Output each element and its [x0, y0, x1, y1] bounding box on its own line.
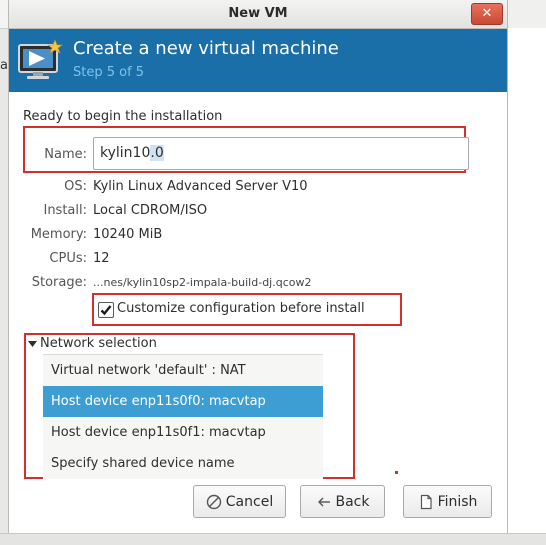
os-label: OS: [64, 179, 87, 194]
wizard-title: Create a new virtual machine [73, 38, 339, 59]
wizard-step: Step 5 of 5 [73, 65, 145, 80]
name-label: Name: [44, 147, 87, 162]
finish-button[interactable]: Finish [403, 485, 492, 518]
document-icon [420, 494, 432, 509]
window-title: New VM [228, 6, 288, 21]
network-option[interactable]: Virtual network 'default' : NAT [43, 355, 323, 386]
back-button[interactable]: Back [300, 485, 385, 518]
wizard-header: Create a new virtual machine Step 5 of 5 [9, 29, 507, 92]
name-value: kylin10 [100, 145, 151, 161]
network-options-list: Virtual network 'default' : NAT Host dev… [43, 354, 323, 479]
annotation-dot [395, 471, 398, 474]
close-icon: ✕ [481, 6, 493, 21]
background-right [507, 0, 546, 545]
monitor-star-icon [18, 39, 63, 79]
storage-value: ...nes/kylin10sp2-impala-build-dj.qcow2 [93, 276, 312, 289]
title-bar[interactable]: New VM ✕ [9, 0, 507, 29]
close-button[interactable]: ✕ [471, 3, 503, 25]
background-app-text: a [0, 58, 8, 73]
background-toolbar-cell-right [507, 0, 546, 28]
install-label: Install: [43, 203, 87, 218]
os-value: Kylin Linux Advanced Server V10 [93, 179, 308, 194]
customize-label[interactable]: Customize configuration before install [117, 301, 365, 316]
new-vm-dialog: New VM ✕ Create a new virtual machine St… [8, 0, 508, 545]
screen: a New VM ✕ Create a new virtual machine … [0, 0, 546, 545]
background-app: a [0, 0, 8, 545]
cpus-value: 12 [93, 251, 110, 266]
memory-label: Memory: [30, 227, 87, 242]
customize-checkbox[interactable] [98, 302, 114, 318]
checkmark-icon [100, 305, 112, 316]
network-selection-expander[interactable]: Network selection [40, 336, 157, 351]
back-arrow-icon [317, 497, 330, 506]
network-option[interactable]: Host device enp11s0f1: macvtap [43, 417, 323, 448]
cpus-label: CPUs: [49, 251, 87, 266]
name-value-selection: .0 [150, 145, 164, 161]
finish-label: Finish [437, 493, 478, 510]
cancel-icon [206, 494, 221, 509]
network-option-selected[interactable]: Host device enp11s0f0: macvtap [43, 386, 323, 417]
name-input[interactable]: kylin10.0 [93, 137, 469, 170]
background-toolbar-cell [0, 0, 8, 29]
install-value: Local CDROM/ISO [93, 203, 208, 218]
storage-label: Storage: [31, 275, 87, 290]
background-bottom-bar [0, 533, 546, 545]
network-option[interactable]: Specify shared device name [43, 448, 323, 479]
cancel-label: Cancel [225, 493, 274, 510]
expander-down-icon[interactable] [28, 341, 37, 348]
back-label: Back [335, 493, 370, 510]
memory-value: 10240 MiB [93, 227, 163, 242]
ready-message: Ready to begin the installation [23, 109, 223, 124]
cancel-button[interactable]: Cancel [193, 485, 286, 518]
